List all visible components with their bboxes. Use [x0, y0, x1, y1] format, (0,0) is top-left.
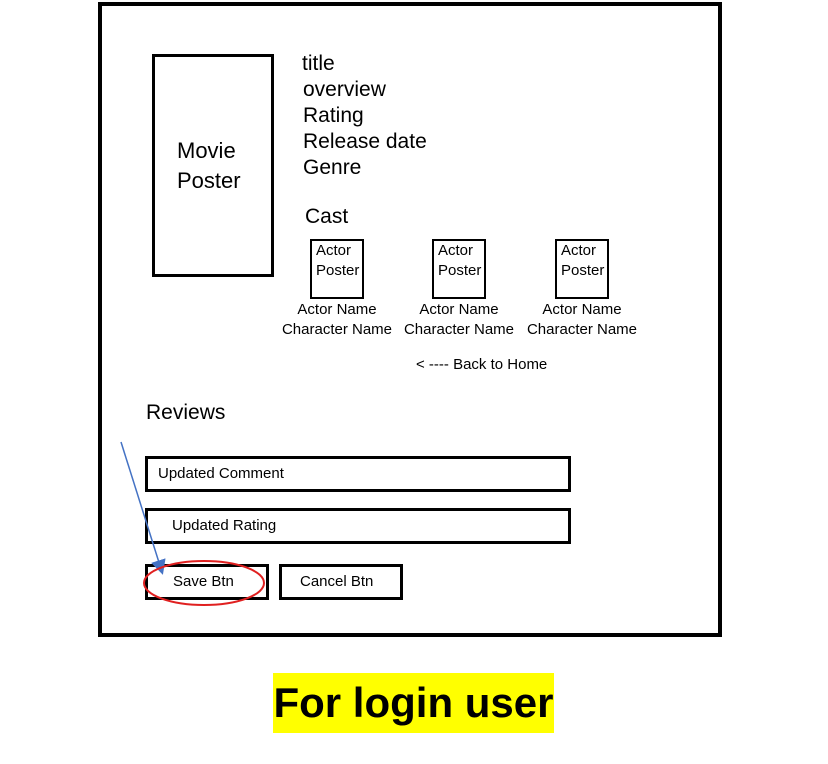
updated-rating-label: Updated Rating: [172, 517, 277, 534]
updated-comment-field[interactable]: Updated Comment: [145, 456, 571, 492]
cast-member: Actor Name Character Name: [399, 300, 519, 340]
updated-comment-label: Updated Comment: [158, 465, 284, 482]
character-name: Character Name: [281, 321, 393, 338]
character-name: Character Name: [526, 321, 638, 338]
movie-genre: Genre: [303, 156, 362, 179]
actor-poster-label-line2: Poster: [438, 262, 482, 279]
movie-overview: overview: [303, 78, 386, 101]
movie-poster-label-line2: Poster: [177, 168, 241, 193]
cancel-button[interactable]: Cancel Btn: [279, 564, 403, 600]
actor-poster-label-line1: Actor: [438, 242, 474, 259]
actor-poster: Actor Poster: [310, 239, 364, 299]
save-button-label: Save Btn: [173, 573, 234, 590]
updated-rating-field[interactable]: Updated Rating: [145, 508, 571, 544]
movie-release-date: Release date: [303, 130, 427, 153]
caption-highlight: For login user: [273, 673, 554, 733]
back-to-home-link[interactable]: < ---- Back to Home: [416, 356, 547, 373]
actor-poster-label-line1: Actor: [316, 242, 352, 259]
actor-name: Actor Name: [297, 301, 377, 318]
character-name: Character Name: [403, 321, 515, 338]
actor-poster-label-line2: Poster: [561, 262, 605, 279]
reviews-heading: Reviews: [146, 401, 226, 424]
actor-name: Actor Name: [542, 301, 622, 318]
cast-heading: Cast: [305, 205, 349, 228]
cast-member: Actor Name Character Name: [277, 300, 397, 340]
caption-text: For login user: [273, 679, 554, 726]
movie-poster: Movie Poster: [152, 54, 274, 277]
save-button[interactable]: Save Btn: [145, 564, 269, 600]
actor-name: Actor Name: [419, 301, 499, 318]
cancel-button-label: Cancel Btn: [300, 573, 374, 590]
actor-poster: Actor Poster: [432, 239, 486, 299]
actor-poster: Actor Poster: [555, 239, 609, 299]
cast-member: Actor Name Character Name: [522, 300, 642, 340]
movie-title: title: [302, 52, 335, 75]
movie-rating: Rating: [303, 104, 364, 127]
actor-poster-label-line1: Actor: [561, 242, 597, 259]
actor-poster-label-line2: Poster: [316, 262, 360, 279]
movie-poster-label-line1: Movie: [177, 138, 236, 163]
